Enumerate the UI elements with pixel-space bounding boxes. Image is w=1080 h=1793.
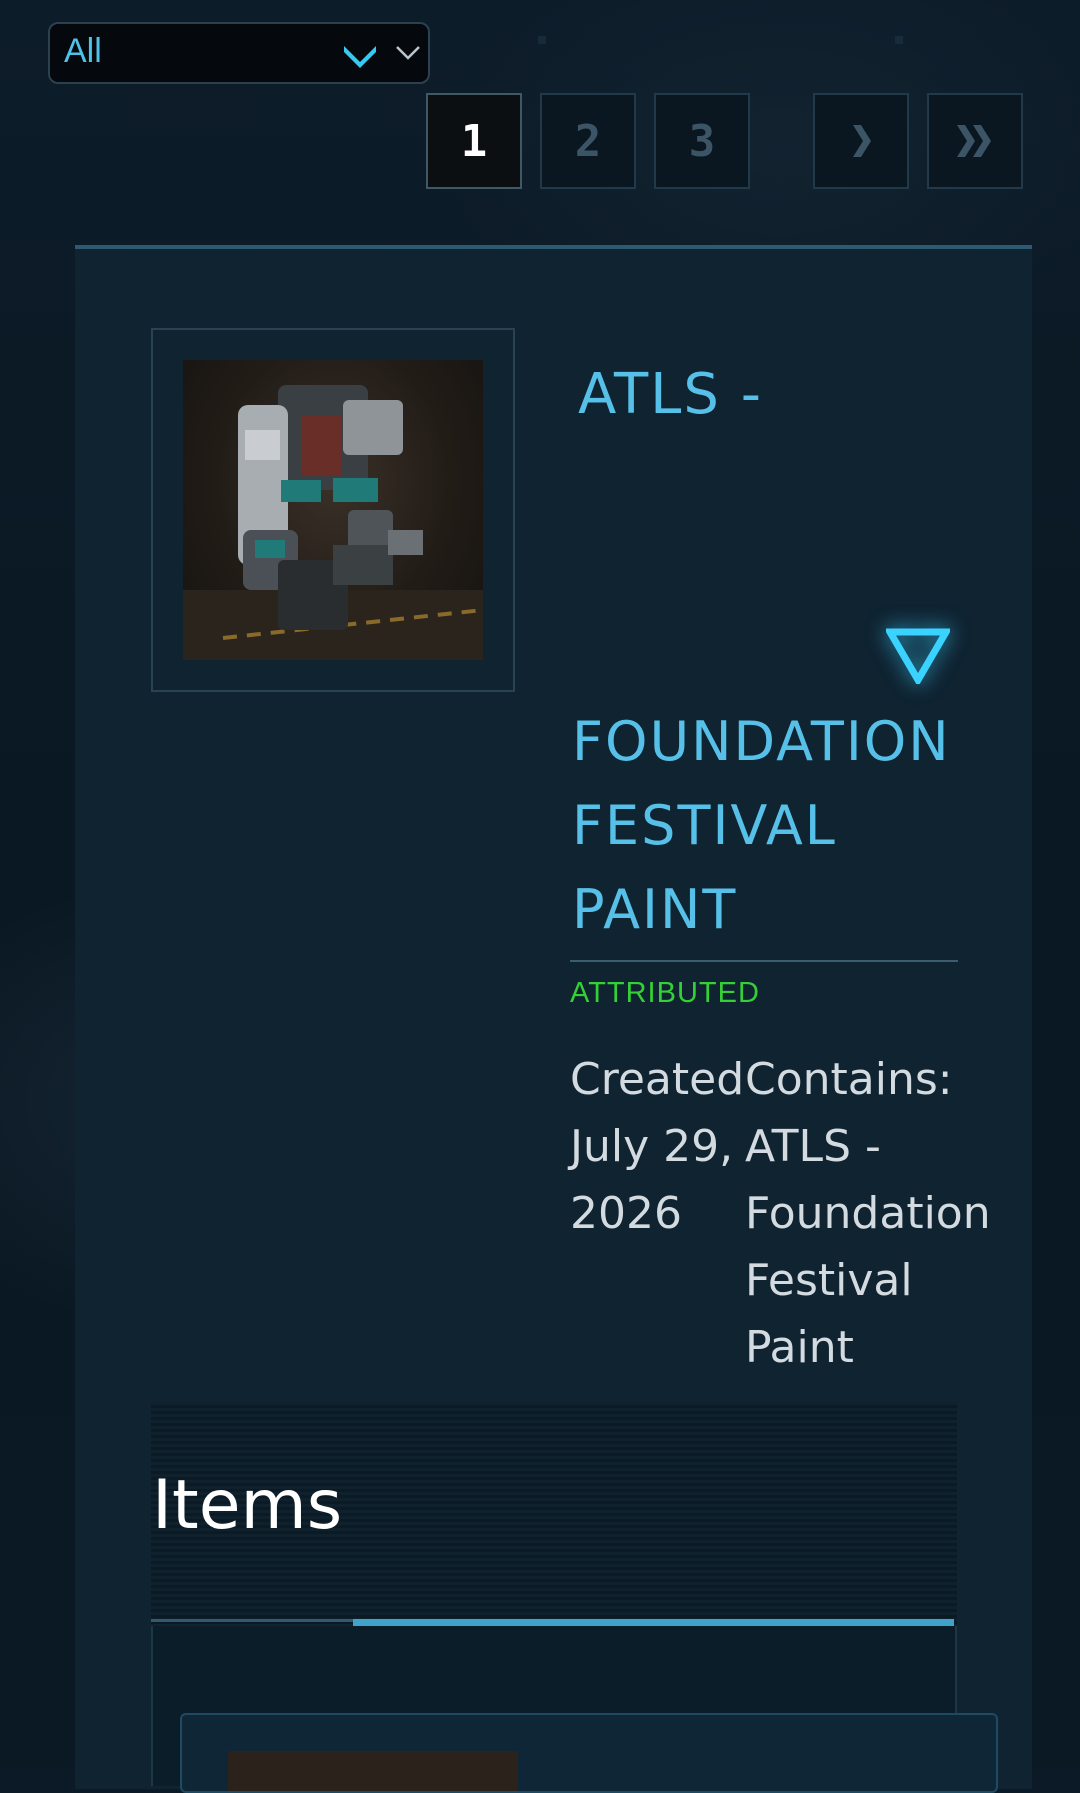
grid-marker <box>895 36 903 44</box>
filter-select[interactable]: All <box>48 22 430 84</box>
items-tab-active-indicator <box>353 1619 954 1626</box>
mech-illustration <box>183 385 483 660</box>
item-image[interactable] <box>183 360 483 660</box>
status-badge: ATTRIBUTED <box>570 977 760 1009</box>
item-title-prefix: ATLS - <box>578 362 763 427</box>
item-title: FOUNDATION FESTIVAL PAINT <box>572 710 951 941</box>
items-section-title: Items <box>152 1466 343 1545</box>
last-page-button[interactable] <box>927 93 1023 189</box>
caret-down-icon <box>396 46 420 60</box>
double-chevron-right-icon <box>957 125 991 157</box>
chevron-right-icon <box>853 125 871 157</box>
list-item-thumbnail <box>228 1751 518 1791</box>
title-divider <box>570 960 958 962</box>
page-button-3[interactable]: 3 <box>654 93 750 189</box>
page-button-2[interactable]: 2 <box>540 93 636 189</box>
filter-select-value: All <box>64 32 102 70</box>
page-number: 3 <box>688 115 716 167</box>
contains-text: Contains: ATLS - Foundation Festival Pai… <box>745 1054 991 1373</box>
triangle-down-icon[interactable] <box>886 628 950 684</box>
page-number: 2 <box>574 115 602 167</box>
grid-marker <box>538 36 546 44</box>
created-date: Created July 29, 2026 <box>570 1054 745 1239</box>
page-number: 1 <box>460 115 488 167</box>
page-button-1[interactable]: 1 <box>426 93 522 189</box>
next-page-button[interactable] <box>813 93 909 189</box>
chevron-down-icon <box>344 46 376 68</box>
